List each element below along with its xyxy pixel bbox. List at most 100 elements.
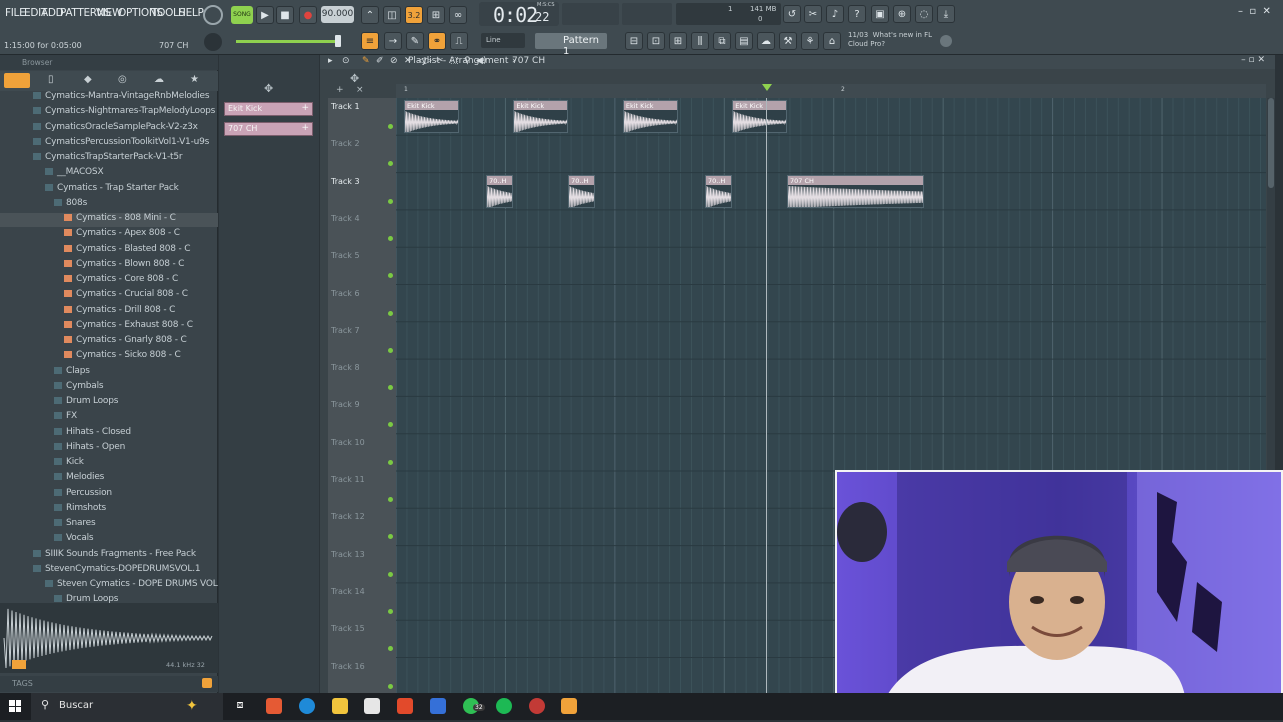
track-active-led-icon[interactable] [388, 161, 393, 167]
spotify-icon[interactable] [496, 698, 512, 714]
audio-clip[interactable]: 707 CH [787, 174, 924, 208]
task-view-icon[interactable]: ⧈ [232, 698, 248, 714]
track-active-led-icon[interactable] [388, 683, 393, 689]
audio-clip[interactable]: Ekit Kick [513, 100, 569, 134]
track-name[interactable]: Track 3 [331, 177, 360, 186]
browser-item[interactable]: Cymatics - Exhaust 808 - C [64, 320, 193, 334]
link-icon[interactable]: ⚭ [428, 32, 446, 50]
slider-handle[interactable] [335, 35, 341, 47]
browser-item[interactable]: Cymatics - Trap Starter Pack [45, 183, 179, 197]
track-name[interactable]: Track 7 [331, 326, 360, 335]
mixer-icon[interactable]: ⊞ [669, 32, 687, 50]
play-arrow-icon[interactable]: ▸ [328, 56, 333, 66]
add-icon[interactable]: + [301, 103, 309, 113]
scrollbar-thumb[interactable] [1268, 98, 1274, 188]
audio-clip[interactable]: 70..H [568, 174, 596, 208]
track-name[interactable]: Track 14 [331, 587, 365, 596]
files-tab-icon[interactable]: ▯ [48, 74, 54, 85]
browser-item[interactable]: Cymatics - Apex 808 - C [64, 228, 180, 242]
channel-clip-707-ch[interactable]: 707 CH + [224, 122, 313, 136]
time-display[interactable]: 0:02 22 M:S:CS [479, 2, 559, 27]
channel-clip-ekit-kick[interactable]: Ekit Kick + [224, 102, 313, 116]
browser-item[interactable]: Cymatics - Crucial 808 - C [64, 289, 188, 303]
track-name[interactable]: Track 2 [331, 139, 360, 148]
playlist-pattern-icon[interactable]: ≡ [361, 32, 379, 50]
browser-item[interactable]: CymaticsTrapStarterPack-V1-t5r [33, 152, 183, 166]
stop-icon[interactable]: ■ [276, 6, 294, 24]
track-active-led-icon[interactable] [388, 534, 393, 540]
browser-item[interactable]: Cymatics - Drill 808 - C [64, 305, 175, 319]
add-icon[interactable]: + [301, 123, 309, 133]
track-active-led-icon[interactable] [388, 608, 393, 614]
play-icon[interactable]: ▶ [256, 6, 274, 24]
track-active-led-icon[interactable] [388, 497, 393, 502]
audio-clip[interactable]: Ekit Kick [622, 100, 678, 134]
track-active-led-icon[interactable] [388, 459, 393, 465]
star-icon[interactable]: ★ [190, 74, 199, 85]
chat-icon[interactable]: ◌ [915, 5, 933, 23]
track-name[interactable]: Track 12 [331, 512, 365, 521]
browser-item[interactable]: Cymatics - Blasted 808 - C [64, 244, 190, 258]
track-name[interactable]: Track 1 [331, 102, 360, 111]
pattern-select[interactable]: Pattern 1 [535, 33, 607, 57]
search-icon[interactable] [202, 678, 212, 688]
all-tab-icon[interactable] [4, 73, 30, 88]
cloud-tab-icon[interactable]: ◎ [118, 74, 127, 85]
hint-knob-icon[interactable] [203, 5, 223, 25]
tools-icon[interactable]: ⚒ [779, 32, 797, 50]
draw-tool-icon[interactable]: ✎ [362, 56, 370, 66]
browser-item[interactable]: Hihats - Closed [54, 427, 131, 441]
whatsapp-icon[interactable]: 32 [463, 698, 485, 714]
snap-icon[interactable]: ⊙ [342, 56, 350, 66]
browser-item[interactable]: Drum Loops [54, 594, 118, 603]
browser-item[interactable]: CymaticsOracleSamplePack-V2-z3x [33, 122, 198, 136]
track-name[interactable]: Track 4 [331, 214, 360, 223]
song-mode-button[interactable]: SONG [231, 6, 253, 24]
browser-item[interactable]: Claps [54, 366, 90, 380]
master-volume-knob[interactable] [204, 33, 222, 51]
browser-item[interactable]: Percussion [54, 488, 112, 502]
browser-item[interactable]: Cymatics - Core 808 - C [64, 274, 178, 288]
track-name[interactable]: Track 15 [331, 624, 365, 633]
news-panel[interactable]: 11/03 What's new in FL Cloud Pro? [848, 31, 932, 49]
countdown-button[interactable]: 3.2 [405, 6, 423, 24]
browser-item[interactable]: Snares [54, 518, 96, 532]
browser-item[interactable]: StevenCymatics-DOPEDRUMSVOL.1 [33, 564, 201, 578]
track-active-led-icon[interactable] [388, 198, 393, 204]
browser-item[interactable]: Cymatics - Blown 808 - C [64, 259, 184, 273]
track-active-led-icon[interactable] [388, 347, 393, 353]
news-refresh-icon[interactable] [940, 35, 952, 47]
paint-tool-icon[interactable]: ✐ [376, 56, 384, 66]
browser-item[interactable]: Vocals [54, 533, 94, 547]
track-active-led-icon[interactable] [388, 571, 393, 577]
track-name[interactable]: Track 13 [331, 550, 365, 559]
track-name[interactable]: Track 5 [331, 251, 360, 260]
audio-clip[interactable]: Ekit Kick [732, 100, 787, 134]
browser-item[interactable]: Kick [54, 457, 84, 471]
fl-studio-icon[interactable] [561, 698, 577, 714]
arrow-icon[interactable]: → [384, 32, 402, 50]
track-name[interactable]: Track 8 [331, 363, 360, 372]
browser-item[interactable]: Cymbals [54, 381, 104, 395]
move-icon[interactable]: ✥ [264, 82, 273, 95]
plugins-tab-icon[interactable]: ◆ [84, 74, 92, 85]
track-name[interactable]: Track 10 [331, 438, 365, 447]
track-active-led-icon[interactable] [388, 273, 393, 279]
track-active-led-icon[interactable] [388, 646, 393, 652]
store-icon[interactable] [364, 698, 380, 714]
save-icon[interactable]: ▣ [871, 5, 889, 23]
record-icon[interactable]: ● [299, 6, 317, 24]
piano-roll-icon[interactable]: ⊟ [625, 32, 643, 50]
cloud-icon[interactable]: ☁ [757, 32, 775, 50]
track-active-led-icon[interactable] [388, 422, 393, 428]
browser-item[interactable]: Melodies [54, 472, 104, 486]
cloud-upload-icon[interactable]: ☁ [154, 74, 164, 85]
move-icon[interactable]: ✥ [350, 72, 359, 85]
metronome-icon[interactable]: ⌃ [361, 6, 379, 24]
window-controls[interactable]: – ▫ ✕ [1238, 6, 1271, 17]
tempo-display[interactable]: 90.000 [321, 6, 354, 23]
audio-clip[interactable]: Ekit Kick [404, 100, 459, 134]
download-icon[interactable]: ⤓ [937, 5, 955, 23]
browser-item[interactable]: Cymatics-Nightmares-TrapMelodyLoops [33, 106, 215, 120]
timeline-ruler[interactable]: 1 2 [396, 84, 1266, 98]
